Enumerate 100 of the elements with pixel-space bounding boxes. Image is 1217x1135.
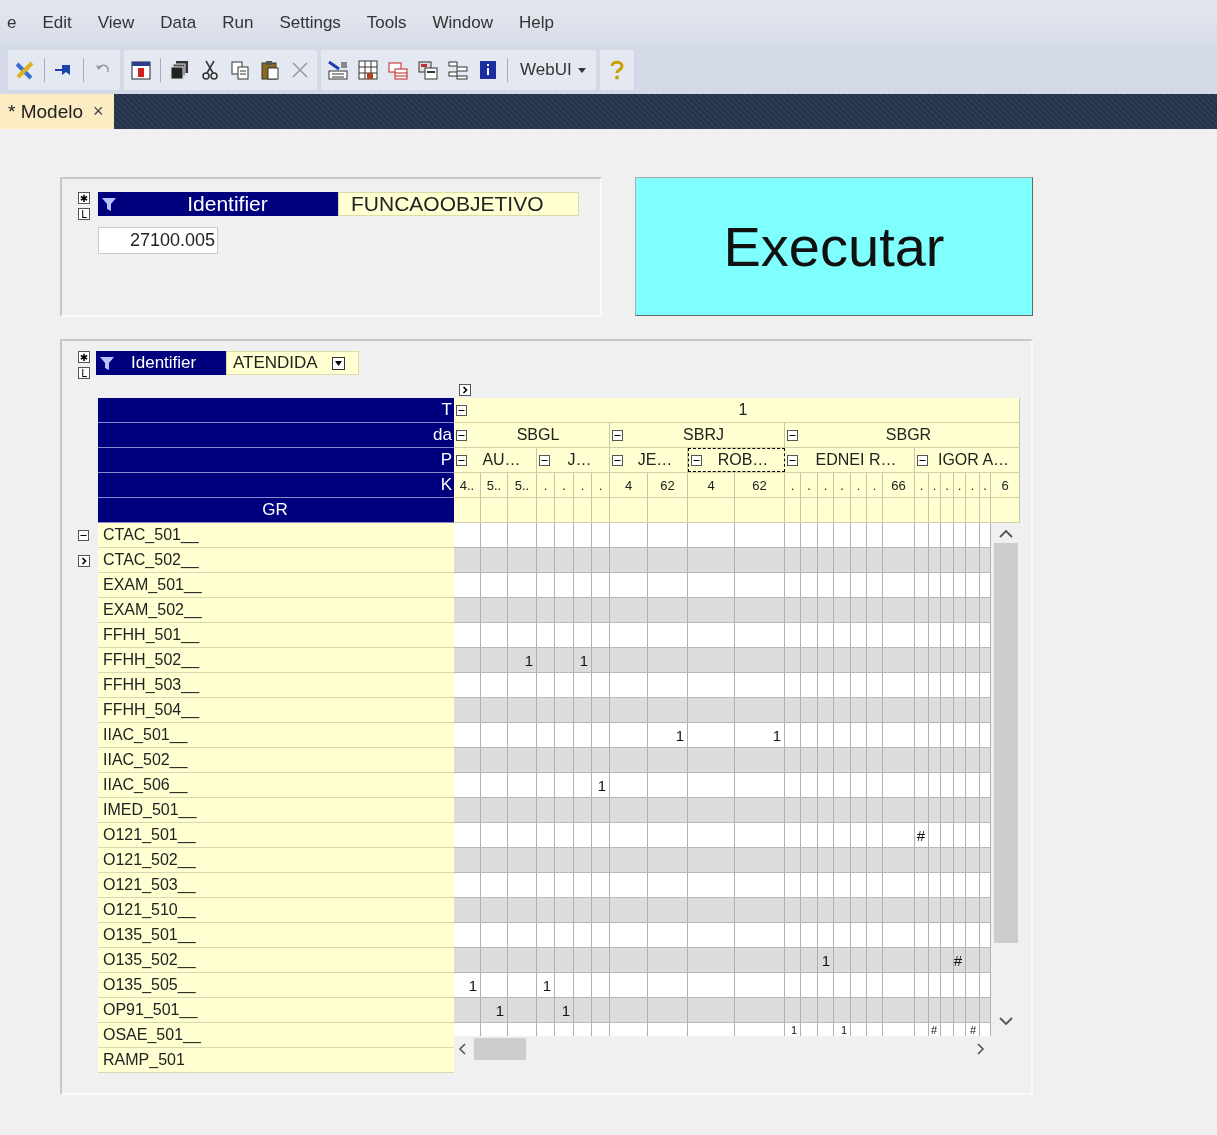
- collapse-icon[interactable]: [612, 454, 623, 466]
- table-cell: #: [953, 951, 962, 969]
- menu-item[interactable]: Edit: [29, 13, 85, 33]
- column-header[interactable]: SBGR: [785, 423, 1020, 447]
- scrollbar-thumb[interactable]: [993, 543, 1018, 943]
- column-header[interactable]: 5..: [508, 473, 537, 497]
- column-header[interactable]: .: [980, 473, 991, 497]
- column-header[interactable]: 62: [648, 473, 688, 497]
- column-header[interactable]: 66: [883, 473, 915, 497]
- execute-button[interactable]: Executar: [635, 177, 1033, 316]
- collapse-icon[interactable]: [539, 454, 550, 466]
- row-label: IIAC_506__: [98, 773, 454, 798]
- row-label: CTAC_502__: [98, 548, 454, 573]
- info-icon[interactable]: [477, 59, 499, 81]
- webui-dropdown[interactable]: WebUI: [516, 60, 590, 80]
- table-icon[interactable]: [387, 59, 409, 81]
- row-label: EXAM_502__: [98, 598, 454, 623]
- collapse-icon[interactable]: [456, 404, 467, 416]
- scroll-right-icon[interactable]: [975, 1042, 985, 1055]
- windows-icon[interactable]: [417, 59, 439, 81]
- collapse-icon[interactable]: [787, 454, 798, 466]
- column-header[interactable]: .: [555, 473, 574, 497]
- expand-icon[interactable]: [78, 554, 90, 567]
- scroll-left-icon[interactable]: [458, 1042, 468, 1055]
- column-header[interactable]: .: [785, 473, 801, 497]
- menu-item[interactable]: e: [0, 13, 30, 33]
- stack-icon[interactable]: [169, 59, 191, 81]
- column-header[interactable]: .: [851, 473, 867, 497]
- column-header[interactable]: J…: [537, 448, 610, 472]
- scrollbar-thumb[interactable]: [474, 1037, 526, 1060]
- column-header[interactable]: 6: [991, 473, 1020, 497]
- column-header[interactable]: SBRJ: [610, 423, 785, 447]
- panel-toggle-button[interactable]: L: [78, 208, 90, 220]
- collapse-icon[interactable]: [78, 530, 89, 541]
- column-header[interactable]: 62: [735, 473, 785, 497]
- expand-icon[interactable]: [459, 384, 471, 396]
- column-header[interactable]: JE…: [610, 448, 688, 472]
- calendar-icon[interactable]: [130, 59, 152, 81]
- identifier-dropdown[interactable]: ATENDIDA: [226, 351, 359, 375]
- column-header[interactable]: .: [915, 473, 929, 497]
- column-header[interactable]: SBGL: [454, 423, 610, 447]
- column-header[interactable]: AU…: [454, 448, 537, 472]
- column-header[interactable]: .: [574, 473, 592, 497]
- panel-toggle-button[interactable]: ✱: [78, 192, 90, 204]
- panel-toggle-button[interactable]: L: [78, 367, 90, 379]
- menu-item[interactable]: View: [84, 13, 148, 33]
- collapse-icon[interactable]: [612, 429, 623, 441]
- row-label: O121_501__: [98, 823, 454, 848]
- column-header[interactable]: 1: [454, 398, 1020, 422]
- column-header[interactable]: .: [537, 473, 555, 497]
- column-header[interactable]: .: [867, 473, 883, 497]
- collapse-icon[interactable]: [456, 429, 467, 441]
- collapse-icon[interactable]: [456, 454, 467, 466]
- column-header[interactable]: 4: [610, 473, 648, 497]
- table-cell: 1: [495, 1001, 504, 1019]
- column-header[interactable]: .: [801, 473, 818, 497]
- menu-item[interactable]: Tools: [353, 13, 420, 33]
- column-header[interactable]: EDNEI R…: [785, 448, 915, 472]
- menu-item[interactable]: Help: [506, 13, 567, 33]
- table-cell: 1: [821, 951, 830, 969]
- column-header[interactable]: .: [929, 473, 941, 497]
- menu-item[interactable]: Data: [147, 13, 210, 33]
- filter-icon[interactable]: [101, 196, 117, 212]
- column-header[interactable]: .: [818, 473, 834, 497]
- row-label: EXAM_501__: [98, 573, 454, 598]
- close-tab-button[interactable]: ×: [93, 101, 104, 122]
- column-header[interactable]: IGOR A…: [915, 448, 1020, 472]
- column-header[interactable]: 4: [688, 473, 735, 497]
- column-header[interactable]: .: [941, 473, 954, 497]
- column-header[interactable]: .: [954, 473, 966, 497]
- collapse-icon[interactable]: [787, 429, 798, 441]
- document-tab[interactable]: * Modelo ×: [0, 94, 114, 129]
- column-header[interactable]: 4..: [454, 473, 481, 497]
- panel-toggle-button[interactable]: ✱: [78, 351, 90, 363]
- filter-icon[interactable]: [99, 355, 115, 371]
- menu-item[interactable]: Window: [419, 13, 506, 33]
- paste-icon[interactable]: [259, 59, 281, 81]
- dropdown-icon[interactable]: [331, 356, 345, 370]
- scroll-up-icon[interactable]: [998, 529, 1013, 539]
- menu-item[interactable]: Run: [209, 13, 267, 33]
- table-cell: #: [969, 1024, 976, 1036]
- list-icon[interactable]: [447, 59, 469, 81]
- column-header[interactable]: 5..: [481, 473, 508, 497]
- menu-item[interactable]: Settings: [266, 13, 354, 33]
- dimension-header: P: [98, 448, 454, 473]
- collapse-icon[interactable]: [917, 454, 928, 466]
- scroll-down-icon[interactable]: [998, 1016, 1013, 1026]
- column-header[interactable]: ROB…: [688, 448, 785, 472]
- column-header[interactable]: .: [834, 473, 851, 497]
- column-header[interactable]: .: [592, 473, 610, 497]
- row-label: O121_503__: [98, 873, 454, 898]
- grid-icon[interactable]: [357, 59, 379, 81]
- table-cell: 1: [561, 1001, 570, 1019]
- matrix-icon[interactable]: [327, 59, 349, 81]
- column-header[interactable]: .: [966, 473, 980, 497]
- objective-value-cell: 27100.005: [98, 227, 218, 254]
- tools-icon[interactable]: [14, 59, 36, 81]
- cut-icon[interactable]: [199, 59, 221, 81]
- copy-icon[interactable]: [229, 59, 251, 81]
- collapse-icon[interactable]: [691, 454, 702, 466]
